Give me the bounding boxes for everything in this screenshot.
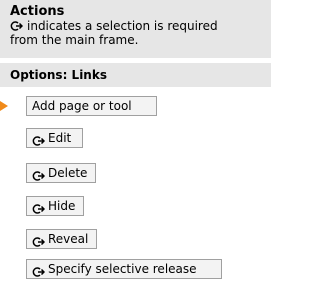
reveal-button[interactable]: Reveal [26,229,97,249]
selection-arrow-icon [32,168,46,181]
selection-arrow-icon [10,20,24,31]
selection-arrow-icon [32,264,46,277]
actions-title: Actions [10,4,65,19]
specify-selective-release-button[interactable]: Specify selective release [26,259,222,279]
selection-arrow-icon [32,201,46,214]
selection-arrow-icon [32,133,46,146]
reveal-label: Reveal [48,232,89,246]
selection-arrow-icon [32,234,46,247]
pointer-arrow-icon [0,101,8,111]
actions-header: Actions indicates a selection is require… [0,0,271,58]
specify-selective-release-label: Specify selective release [48,262,197,276]
actions-note-line1: indicates a selection is required [27,19,218,33]
delete-label: Delete [48,166,88,180]
edit-label: Edit [48,131,72,145]
delete-button[interactable]: Delete [26,163,96,183]
actions-note: indicates a selection is required [10,19,271,33]
options-links-header: Options: Links [0,63,271,87]
add-page-or-tool-label: Add page or tool [32,99,132,113]
hide-button[interactable]: Hide [26,196,84,216]
hide-label: Hide [48,199,76,213]
add-page-or-tool-button[interactable]: Add page or tool [26,96,157,116]
actions-note-line2: from the main frame. [10,33,139,47]
edit-button[interactable]: Edit [26,128,83,148]
